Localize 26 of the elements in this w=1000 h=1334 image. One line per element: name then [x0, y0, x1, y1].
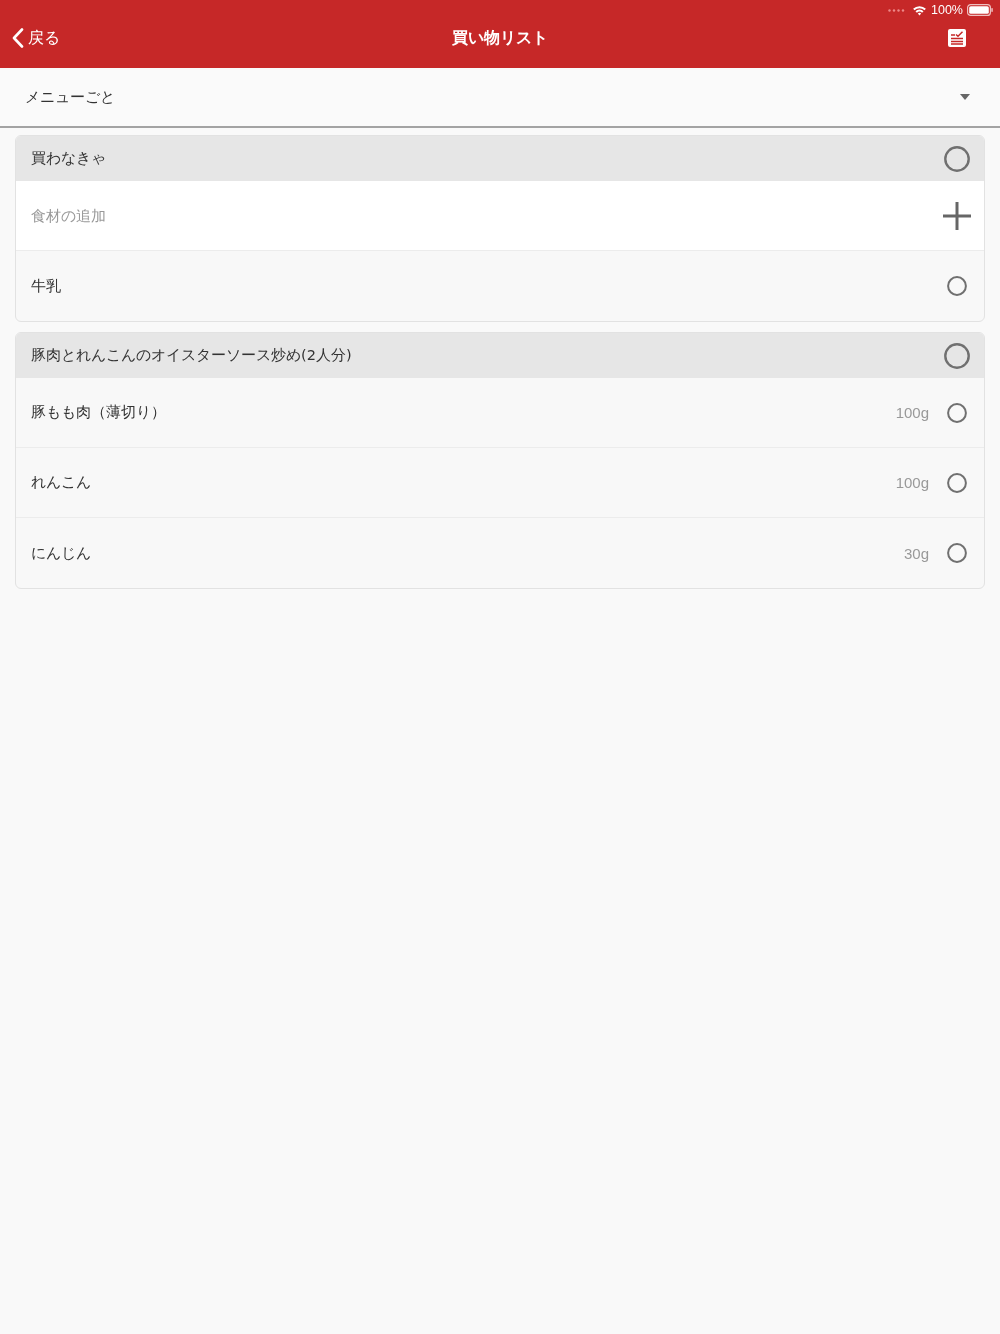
battery-percent: 100% — [931, 3, 963, 17]
plus-icon[interactable] — [943, 201, 971, 230]
add-ingredient-field[interactable]: 食材の追加 — [31, 207, 931, 224]
section-check-circle[interactable] — [944, 342, 970, 369]
chevron-left-icon — [12, 28, 24, 48]
item-check-circle[interactable] — [947, 472, 967, 493]
battery-icon — [967, 4, 993, 16]
ingredient-amount: 30g — [903, 544, 929, 562]
ingredient-amount: 100g — [895, 474, 929, 491]
ingredient-name: 牛乳 — [31, 276, 62, 296]
item-check-circle[interactable] — [947, 276, 967, 296]
item-check-circle[interactable] — [947, 402, 967, 423]
ingredient-amount: 100g — [895, 404, 929, 421]
section-check-circle[interactable] — [944, 145, 970, 172]
nav-title: 買い物リスト — [452, 27, 548, 49]
wifi-icon — [912, 4, 927, 16]
checklist-icon[interactable] — [948, 29, 966, 47]
section-title: 豚肉とれんこんのオイスターソース炒め(2人分) — [31, 346, 352, 365]
ingredient-name: 豚もも肉（薄切り） — [31, 403, 167, 422]
caret-down-icon — [960, 94, 970, 100]
item-check-circle[interactable] — [947, 543, 967, 563]
signal-icon — [888, 8, 905, 12]
ingredient-name: れんこん — [31, 473, 92, 492]
back-button[interactable]: 戻る — [12, 27, 60, 49]
ingredient-name: にんじん — [31, 543, 92, 563]
section-title: 買わなきゃ — [31, 149, 106, 168]
